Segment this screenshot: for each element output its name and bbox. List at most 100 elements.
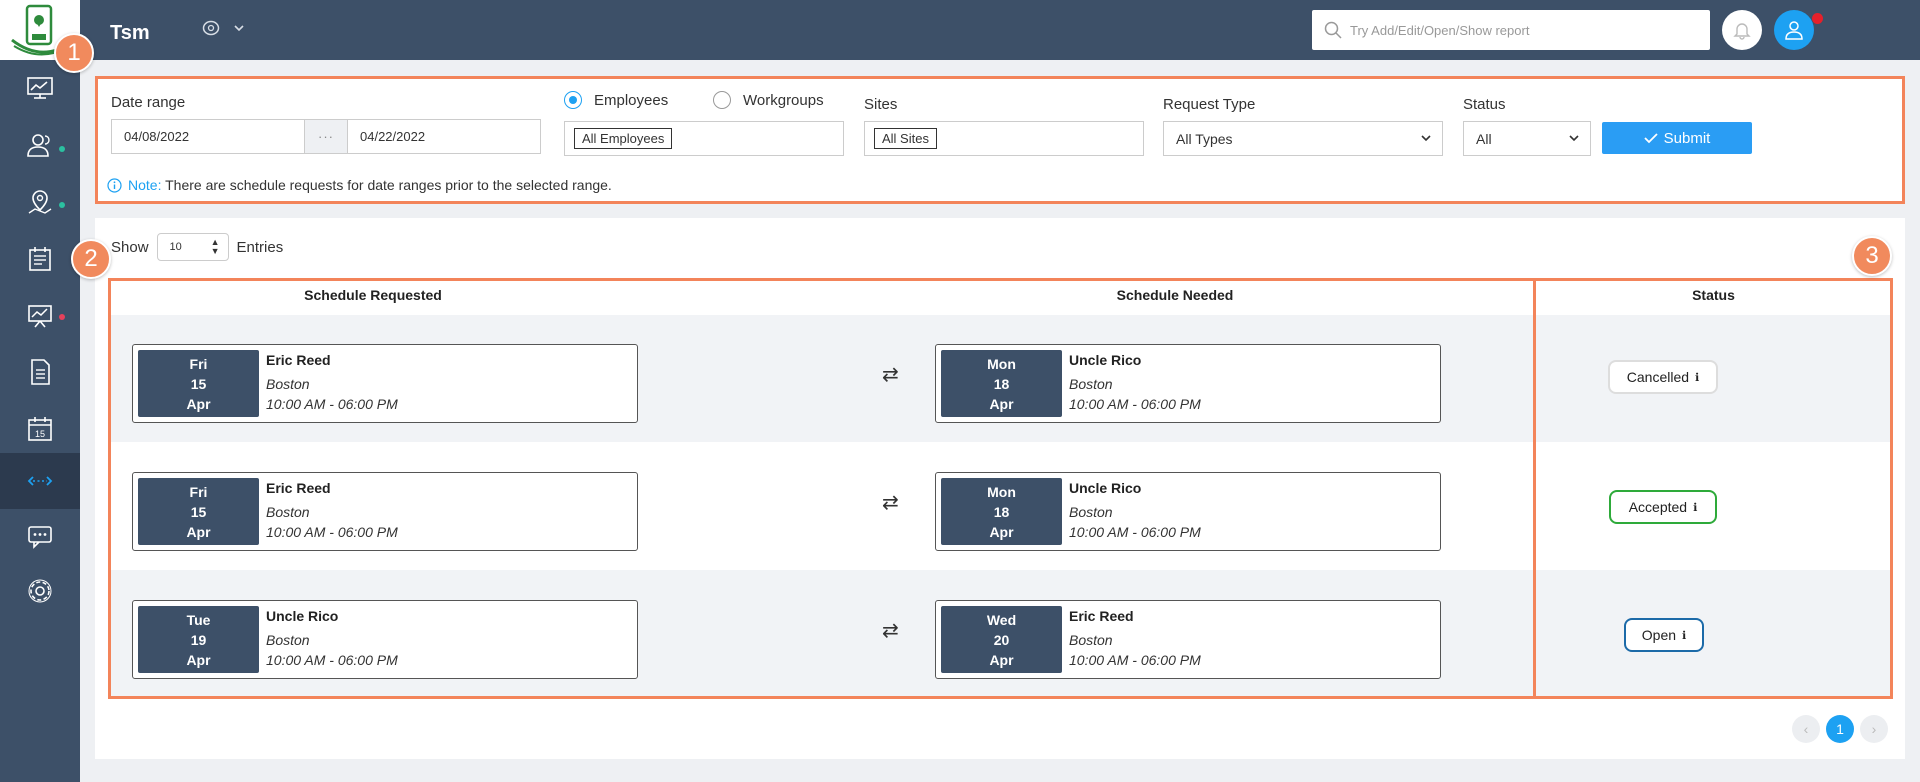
app-switch-icon [202, 20, 220, 36]
shift-month: Apr [989, 652, 1014, 668]
date-range-picker[interactable]: ··· [111, 119, 541, 154]
shift-month: Apr [989, 396, 1014, 412]
shift-location: Boston [1069, 504, 1113, 520]
status-label: Status [1463, 96, 1506, 113]
chevron-down-icon [1421, 135, 1431, 142]
status-select[interactable]: All [1463, 121, 1591, 156]
submit-button[interactable]: Submit [1602, 122, 1752, 154]
schedule-needed-card[interactable]: Mon 18 Apr Uncle Rico Boston 10:00 AM - … [935, 472, 1441, 551]
swap-requests-icon [27, 476, 53, 486]
chevron-down-icon [234, 25, 244, 32]
info-icon[interactable]: ℹ [1695, 371, 1699, 384]
table-row[interactable]: Fri 15 Apr Eric Reed Boston 10:00 AM - 0… [110, 315, 1890, 442]
request-type-select[interactable]: All Types [1163, 121, 1443, 156]
document-icon [31, 359, 50, 385]
employee-name: Uncle Rico [1069, 352, 1142, 368]
app-title: Tsm [110, 22, 150, 44]
table-row[interactable]: Fri 15 Apr Eric Reed Boston 10:00 AM - 0… [110, 442, 1890, 569]
swap-icon: ⇄ [882, 492, 899, 514]
shift-date-block: Wed 20 Apr [941, 606, 1062, 673]
sidebar-item-reports[interactable] [0, 288, 80, 344]
sidebar-item-schedule[interactable] [0, 231, 80, 287]
date-range-note: Note: There are schedule requests for da… [107, 177, 612, 193]
submit-label: Submit [1663, 129, 1711, 147]
entries-label: Entries [236, 238, 284, 256]
radio-workgroups-label: Workgroups [743, 91, 824, 109]
note-label: Note: [128, 177, 162, 193]
sidebar-item-calendar[interactable]: 15 [0, 401, 80, 457]
schedule-requested-card[interactable]: Fri 15 Apr Eric Reed Boston 10:00 AM - 0… [132, 472, 638, 551]
table-row[interactable]: Tue 19 Apr Uncle Rico Boston 10:00 AM - … [110, 570, 1890, 697]
radio-workgroups-circle[interactable] [713, 91, 731, 109]
info-icon [107, 177, 122, 193]
users-icon [27, 134, 50, 157]
shift-date: 15 [190, 376, 207, 392]
radio-employees[interactable]: Employees [564, 91, 668, 109]
radio-workgroups[interactable]: Workgroups [713, 91, 824, 109]
shift-date-block: Fri 15 Apr [138, 478, 259, 545]
shift-day: Mon [987, 356, 1016, 372]
search-box[interactable] [1312, 10, 1710, 50]
callout-2: 2 [71, 239, 111, 279]
status-text: Open [1641, 627, 1677, 643]
schedule-requested-card[interactable]: Tue 19 Apr Uncle Rico Boston 10:00 AM - … [132, 600, 638, 679]
swap-icon: ⇄ [882, 364, 899, 386]
entries-select[interactable]: 10 ▲ ▼ [156, 233, 229, 261]
shift-date: 15 [190, 504, 207, 520]
notifications-button[interactable] [1722, 10, 1762, 50]
shift-month: Apr [186, 652, 211, 668]
status-badge-accepted[interactable]: Accepted ℹ [1609, 490, 1717, 524]
schedule-needed-card[interactable]: Wed 20 Apr Eric Reed Boston 10:00 AM - 0… [935, 600, 1441, 679]
sidebar-item-locations[interactable] [0, 174, 80, 230]
app-switcher[interactable] [202, 20, 244, 36]
info-icon[interactable]: ℹ [1682, 629, 1686, 642]
user-profile-button[interactable] [1774, 10, 1814, 50]
status-value: All [1476, 130, 1492, 147]
shift-day: Wed [986, 612, 1017, 628]
shift-date-block: Tue 19 Apr [138, 606, 259, 673]
shift-time: 10:00 AM - 06:00 PM [266, 396, 398, 412]
sidebar-item-users[interactable] [0, 117, 80, 173]
schedule-requested-card[interactable]: Fri 15 Apr Eric Reed Boston 10:00 AM - 0… [132, 344, 638, 423]
info-icon[interactable]: ℹ [1693, 501, 1697, 514]
settings-icon [28, 579, 52, 603]
pagination-page-1[interactable]: 1 [1826, 715, 1854, 743]
status-badge-cancelled[interactable]: Cancelled ℹ [1608, 360, 1718, 394]
sidebar-item-settings[interactable] [0, 563, 80, 619]
bell-icon [1733, 23, 1751, 40]
schedule-needed-card[interactable]: Mon 18 Apr Uncle Rico Boston 10:00 AM - … [935, 344, 1441, 423]
callout-1: 1 [54, 33, 94, 73]
status-badge-open[interactable]: Open ℹ [1624, 618, 1704, 652]
date-range-separator: ··· [304, 120, 348, 153]
date-range-label: Date range [111, 94, 186, 111]
pagination-next[interactable]: › [1860, 715, 1888, 743]
sidebar-item-messages[interactable] [0, 508, 80, 564]
employees-tag[interactable]: All Employees [574, 128, 673, 149]
request-type-label: Request Type [1163, 96, 1256, 113]
shift-date-block: Mon 18 Apr [941, 478, 1062, 545]
shift-date: 18 [993, 504, 1010, 520]
radio-employees-circle[interactable] [564, 91, 582, 109]
calendar-icon: 15 [28, 417, 52, 441]
entries-control: Show 10 ▲ ▼ Entries [111, 233, 283, 261]
date-to-input[interactable] [348, 120, 540, 153]
sites-tag[interactable]: All Sites [874, 128, 937, 149]
notification-dot [1812, 13, 1823, 24]
search-input[interactable] [1350, 22, 1680, 38]
radio-employees-label: Employees [594, 91, 669, 109]
sidebar-item-swap-requests[interactable] [0, 453, 80, 509]
shift-date: 20 [993, 632, 1010, 648]
employee-name: Eric Reed [266, 352, 331, 368]
users-status-dot [59, 146, 65, 152]
shift-month: Apr [186, 396, 211, 412]
column-header-schedule-requested: Schedule Requested [304, 287, 442, 303]
shift-date-block: Fri 15 Apr [138, 350, 259, 417]
sidebar-item-documents[interactable] [0, 344, 80, 400]
svg-text:15: 15 [35, 429, 45, 439]
employees-select[interactable]: All Employees [564, 121, 844, 156]
pagination-prev[interactable]: ‹ [1792, 715, 1820, 743]
date-from-input[interactable] [112, 120, 304, 153]
shift-time: 10:00 AM - 06:00 PM [1069, 524, 1201, 540]
sites-select[interactable]: All Sites [864, 121, 1144, 156]
shift-location: Boston [266, 504, 310, 520]
